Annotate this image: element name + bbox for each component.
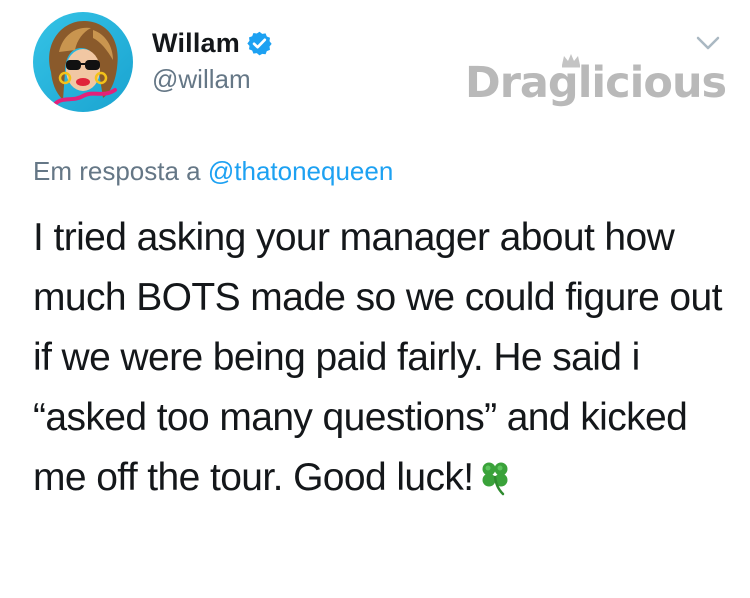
reply-mention-link[interactable]: @thatonequeen [208, 156, 393, 186]
verified-badge-icon [246, 30, 273, 57]
reply-prefix: Em resposta a [33, 156, 201, 186]
tweet-card: Willam @willam Draglicious Em resposta a… [0, 0, 750, 598]
chevron-down-icon[interactable] [695, 34, 721, 52]
author-display-name[interactable]: Willam [152, 28, 240, 59]
reply-context: Em resposta a @thatonequeen [33, 156, 393, 187]
tweet-body: I tried asking your manager about how mu… [33, 208, 733, 508]
author-handle[interactable]: @willam [152, 64, 251, 95]
tweet-text: I tried asking your manager about how mu… [33, 216, 722, 499]
four-leaf-clover-icon [476, 454, 514, 496]
profile-avatar-icon [33, 12, 133, 112]
avatar[interactable] [33, 12, 133, 112]
watermark-text: Draglicious [465, 58, 727, 108]
author-name-row[interactable]: Willam [152, 28, 273, 58]
draglicious-watermark: Draglicious [465, 52, 727, 122]
